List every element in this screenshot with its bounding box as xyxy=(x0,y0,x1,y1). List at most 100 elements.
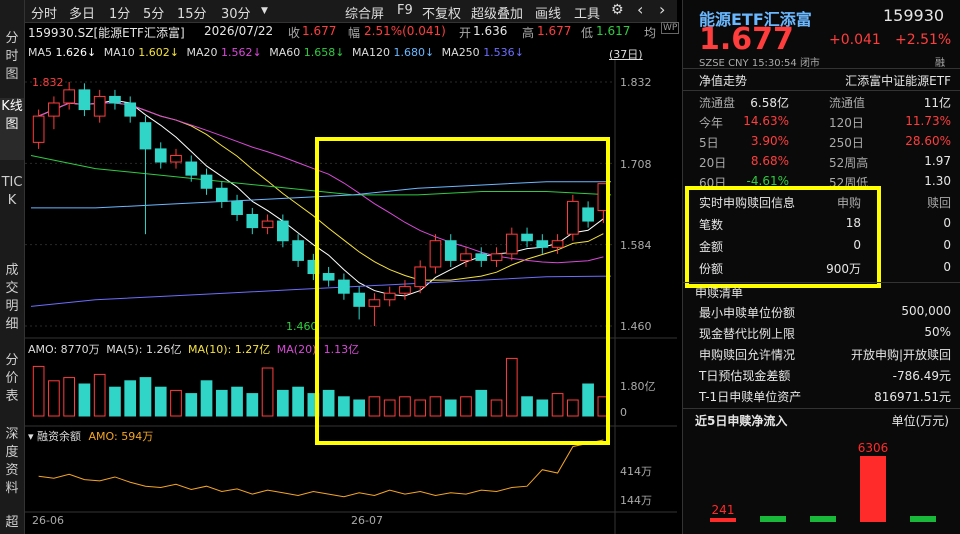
period-1min[interactable]: 1分 xyxy=(109,3,130,22)
subscription-label: T日预估现金差额 xyxy=(699,369,791,383)
rail-tab-more[interactable]: 超 xyxy=(0,514,24,532)
candle-body xyxy=(154,148,167,163)
realtime-red-header: 赎回 xyxy=(926,196,951,210)
back-icon[interactable]: ‹ xyxy=(637,0,643,19)
candle-body xyxy=(139,122,152,150)
ma5-value: 1.626 xyxy=(55,46,88,59)
realtime-sub-value: 900万 xyxy=(826,262,861,276)
price-tick: 1.708 xyxy=(620,158,652,171)
flow-bar xyxy=(810,516,836,522)
period-30min[interactable]: 30分 xyxy=(221,3,251,22)
rail-tab-kline[interactable]: K线图 xyxy=(0,98,24,160)
realtime-row: 笔数 18 0 xyxy=(699,214,951,235)
tool-tools[interactable]: 工具 xyxy=(574,3,600,22)
flow-bar xyxy=(860,456,886,522)
amo-legend: AMO: 8770万 MA(5): 1.26亿 MA(10): 1.27亿 MA… xyxy=(28,341,359,357)
period-multiday[interactable]: 多日 xyxy=(69,3,95,22)
stat-value: 3.90% xyxy=(750,134,789,148)
stat-value: 1.30 xyxy=(924,174,951,188)
period-timeshare[interactable]: 分时 xyxy=(31,3,57,22)
realtime-sub-header: 申购 xyxy=(837,196,862,210)
candle-body xyxy=(63,89,75,104)
amo-value: AMO: 8770万 xyxy=(28,343,100,356)
wp-icon[interactable]: WP xyxy=(661,22,680,34)
rail-tab-tick[interactable]: TICK xyxy=(0,174,24,254)
realtime-red-value: 0 xyxy=(943,238,951,252)
volume-bar xyxy=(93,373,106,417)
ma-legend: MA5 1.626↓ MA10 1.602↓ MA20 1.562↓ MA60 … xyxy=(28,46,524,59)
candle-body xyxy=(185,161,198,176)
period-dropdown-icon[interactable]: ▼ xyxy=(261,6,268,16)
settings-icon[interactable]: ⚙ xyxy=(611,2,624,18)
period-15min[interactable]: 15分 xyxy=(177,3,207,22)
stat-value: 14.63% xyxy=(743,114,789,128)
nav-row[interactable]: 净值走势 汇添富中证能源ETF xyxy=(699,70,951,91)
ma10-value: 1.602 xyxy=(138,46,170,59)
rail-tab-price-table[interactable]: 分价表 xyxy=(0,352,24,414)
stat-label: 流通盘 xyxy=(699,96,736,110)
ma20-value: 1.562 xyxy=(220,46,253,59)
close-value: 1.677 xyxy=(302,24,337,38)
rail-tab-timeshare[interactable]: 分时图 xyxy=(0,30,24,92)
rail-tab-depth-data[interactable]: 深度资料 xyxy=(0,426,24,506)
margin-collapse-icon[interactable]: ▾ xyxy=(28,430,34,443)
stat-value: 11亿 xyxy=(923,96,951,110)
candle-body xyxy=(246,213,259,229)
highlight-box-chart xyxy=(315,137,610,445)
candle-body xyxy=(93,95,106,117)
stat-label: 250日 xyxy=(829,136,864,150)
subscription-label: 现金替代比例上限 xyxy=(699,327,796,341)
forward-icon[interactable]: › xyxy=(659,0,665,19)
volume-bar xyxy=(170,389,182,417)
quote-change: +0.041 xyxy=(829,32,881,48)
subscription-row: T日预估现金差额 -786.49元 xyxy=(699,365,951,386)
candle-body xyxy=(170,154,182,163)
volume-bar xyxy=(63,377,75,417)
margin-title: 融资余额 xyxy=(37,430,82,443)
volume-bar xyxy=(32,365,45,417)
toolbar: 分时 多日 1分 5分 15分 30分 ▼ 综合屏 F9 不复权 超级叠加 画线… xyxy=(25,0,677,23)
tool-composite-screen[interactable]: 综合屏 xyxy=(345,3,384,22)
low-value: 1.617 xyxy=(596,24,631,38)
price-tick: 1.832 xyxy=(620,76,652,89)
realtime-sub-value: 0 xyxy=(853,238,861,252)
tool-no-adjust[interactable]: 不复权 xyxy=(422,3,461,22)
subscription-label: T-1日申赎单位资产 xyxy=(699,390,802,404)
close-label: 收 xyxy=(288,26,301,40)
amo-ma10: MA(10): 1.27亿 xyxy=(187,343,271,356)
date-tick: 26-06 xyxy=(32,514,64,527)
quote-date: 2026/07/22 xyxy=(204,24,274,38)
volume-bar xyxy=(200,380,213,417)
amo-ma5: MA(5): 1.26亿 xyxy=(106,343,182,356)
candle-body xyxy=(124,102,137,117)
high-marker-label: 1.832 xyxy=(32,76,64,89)
stat-value: 8.68% xyxy=(750,154,789,168)
period-5min[interactable]: 5分 xyxy=(143,3,164,22)
flow-bar xyxy=(760,516,786,522)
ma60-value: 1.658 xyxy=(303,46,336,59)
rail-tab-trade-details[interactable]: 成交明细 xyxy=(0,262,24,340)
volume-bar xyxy=(215,389,228,417)
stats-row: 今年 14.63% 120日 11.73% xyxy=(699,112,951,133)
quote-price: 1.677 xyxy=(699,22,794,57)
subscription-value: 816971.51元 xyxy=(874,390,951,404)
tool-f9[interactable]: F9 xyxy=(397,3,413,18)
realtime-row: 金额 0 0 xyxy=(699,236,951,257)
volume-bar xyxy=(231,386,243,417)
low-marker-label: 1.460 xyxy=(286,320,318,333)
nav-trend-label[interactable]: 净值走势 xyxy=(699,72,747,89)
realtime-label: 笔数 xyxy=(699,218,724,232)
ma250-value: 1.536 xyxy=(483,46,515,59)
stat-label: 52周高 xyxy=(829,156,869,170)
subscription-value: 50% xyxy=(924,325,951,339)
tool-draw-line[interactable]: 画线 xyxy=(535,3,561,22)
tool-super-overlay[interactable]: 超级叠加 xyxy=(471,3,523,22)
volume-tick: 1.80亿 xyxy=(620,380,656,393)
realtime-label: 份额 xyxy=(699,262,724,276)
subscription-label: 最小申赎单位份额 xyxy=(699,306,796,320)
volume-bar xyxy=(154,386,167,417)
high-label: 高 xyxy=(522,26,535,40)
subscription-value: 500,000 xyxy=(901,304,951,318)
volume-bar xyxy=(246,393,259,417)
subscription-value: 开放申购|开放赎回 xyxy=(850,348,951,362)
